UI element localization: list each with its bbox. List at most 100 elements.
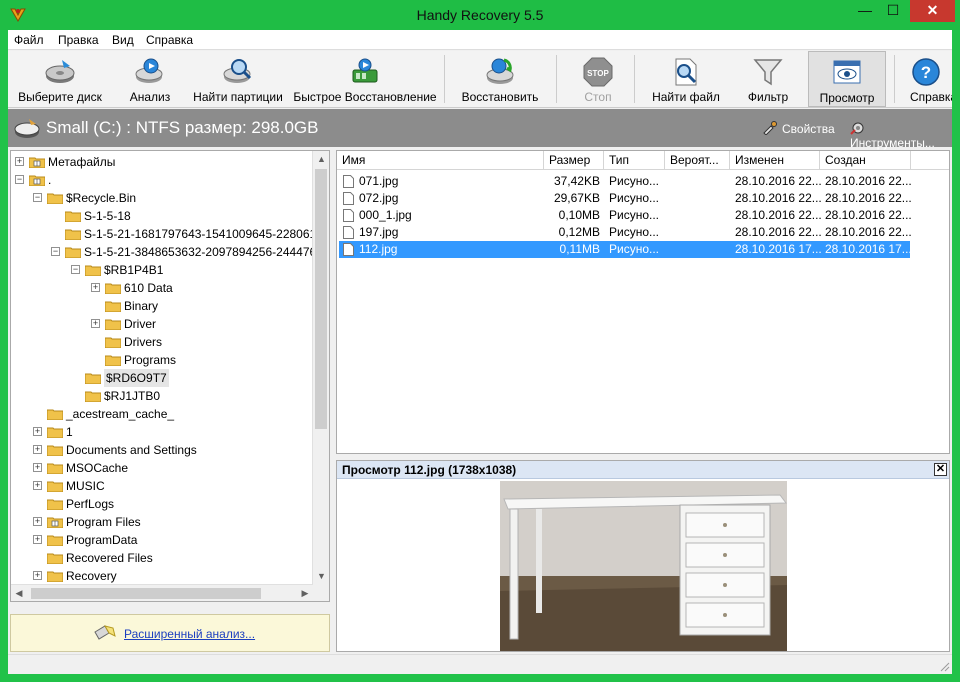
quick-restore-button[interactable]: Быстрое Восстановление <box>292 51 438 107</box>
preview-header: Просмотр 112.jpg (1738x1038) ✕ <box>337 461 949 479</box>
file-row[interactable]: 197.jpg 0,12MB Рисуно... 28.10.2016 22... 28… <box>339 224 911 241</box>
tree-node[interactable]: $RJ1JTB0 <box>11 387 311 405</box>
tree-node[interactable]: − $Recycle.Bin <box>11 189 311 207</box>
select-disk-button[interactable]: Выберите диск <box>14 51 106 107</box>
tree-scroll-thumb[interactable] <box>315 169 327 429</box>
view-button[interactable]: Просмотр <box>808 51 886 107</box>
tree-node[interactable]: Recovered Files <box>11 549 311 567</box>
column-modified[interactable]: Изменен <box>730 151 820 170</box>
filter-button[interactable]: Фильтр <box>736 51 800 107</box>
menu-view[interactable]: Вид <box>112 33 134 47</box>
find-partitions-button[interactable]: Найти партиции <box>190 51 286 107</box>
find-file-button[interactable]: Найти файл <box>646 51 726 107</box>
stop-button[interactable]: STOP Стоп <box>570 51 626 107</box>
tree-node[interactable]: + Метафайлы <box>11 153 311 171</box>
tree-node[interactable]: −. <box>11 171 311 189</box>
scroll-down-icon[interactable]: ▼ <box>313 568 329 584</box>
tree-node[interactable]: Binary <box>11 297 311 315</box>
tree-node-label: Driver <box>124 317 156 331</box>
tree-node[interactable]: + MSOCache <box>11 459 311 477</box>
tree-node[interactable]: + Recovery <box>11 567 311 585</box>
expand-icon[interactable]: + <box>15 157 24 166</box>
menu-help[interactable]: Справка <box>146 33 193 47</box>
tree-node[interactable]: + Documents and Settings <box>11 441 311 459</box>
file-list[interactable]: Имя Размер Тип Вероят... Изменен Создан … <box>336 150 950 454</box>
minimize-button[interactable]: — <box>850 0 880 22</box>
tree-node[interactable]: − $RB1P4B1 <box>11 261 311 279</box>
file-row[interactable]: 071.jpg 37,42KB Рисуно... 28.10.2016 22... 2… <box>339 173 911 190</box>
tree-horizontal-scrollbar[interactable]: ◀ ▶ <box>11 584 313 601</box>
file-row[interactable]: 072.jpg 29,67KB Рисуно... 28.10.2016 22... 2… <box>339 190 911 207</box>
expand-icon[interactable]: + <box>33 445 42 454</box>
expand-icon[interactable]: + <box>33 571 42 580</box>
expand-icon[interactable]: + <box>91 319 100 328</box>
tree-node[interactable]: $RD6O9T7 <box>11 369 311 387</box>
tree-node[interactable]: +1 <box>11 423 311 441</box>
tree-node[interactable]: + ProgramData <box>11 531 311 549</box>
expand-icon[interactable]: + <box>33 463 42 472</box>
advanced-analysis-link[interactable]: Расширенный анализ... <box>124 627 255 641</box>
file-icon <box>343 192 354 205</box>
collapse-icon[interactable]: − <box>15 175 24 184</box>
folder-tree[interactable]: + Метафайлы −. − $Recycle.Bin S-1-5-18 S-1-5-2… <box>10 150 330 602</box>
properties-button[interactable]: Свойства <box>762 121 835 136</box>
find-file-icon <box>675 58 697 86</box>
tree-node[interactable]: − S-1-5-21-3848653632-2097894256-2444761 <box>11 243 323 261</box>
expand-icon[interactable]: + <box>91 283 100 292</box>
tree-node[interactable]: + MUSIC <box>11 477 311 495</box>
column-name[interactable]: Имя <box>337 151 544 170</box>
scroll-left-icon[interactable]: ◀ <box>11 585 27 601</box>
column-created[interactable]: Создан <box>820 151 911 170</box>
file-row[interactable]: 000_1.jpg 0,10MB Рисуно... 28.10.2016 22...… <box>339 207 911 224</box>
preview-title: Просмотр 112.jpg (1738x1038) <box>342 463 517 477</box>
expand-icon[interactable]: + <box>33 427 42 436</box>
expand-icon[interactable]: + <box>33 535 42 544</box>
tree-node[interactable]: _acestream_cache_ <box>11 405 311 423</box>
resize-grip-icon[interactable] <box>938 660 950 672</box>
column-probability[interactable]: Вероят... <box>665 151 730 170</box>
analyze-button[interactable]: Анализ <box>120 51 180 107</box>
collapse-icon[interactable]: − <box>51 247 60 256</box>
tree-node-label: Program Files <box>66 515 141 529</box>
maximize-button[interactable]: ☐ <box>878 0 908 22</box>
folder-icon <box>85 373 101 384</box>
preview-close-button[interactable]: ✕ <box>934 463 947 476</box>
file-cell-type: Рисуно... <box>609 225 660 239</box>
tree-node[interactable]: Programs <box>11 351 311 369</box>
file-cell-modified: 28.10.2016 22... <box>735 191 821 205</box>
restore-button[interactable]: Восстановить <box>456 51 544 107</box>
close-button[interactable]: ✕ <box>910 0 955 22</box>
tree-node[interactable]: +610 Data <box>11 279 311 297</box>
tree-vertical-scrollbar[interactable]: ▲ ▼ <box>312 151 329 601</box>
menu-file[interactable]: Файл <box>14 33 44 47</box>
column-size[interactable]: Размер <box>544 151 604 170</box>
tools-button[interactable]: Инструменты... <box>850 121 952 150</box>
tools-icon <box>850 122 864 135</box>
scroll-up-icon[interactable]: ▲ <box>313 151 329 167</box>
collapse-icon[interactable]: − <box>71 265 80 274</box>
toolbar-separator <box>444 55 445 103</box>
tree-node[interactable]: PerfLogs <box>11 495 311 513</box>
tree-hscroll-thumb[interactable] <box>31 588 261 599</box>
file-cell-name: 072.jpg <box>359 191 399 205</box>
file-cell-modified: 28.10.2016 22... <box>735 225 821 239</box>
tree-node[interactable]: Drivers <box>11 333 311 351</box>
column-type[interactable]: Тип <box>604 151 665 170</box>
menu-edit[interactable]: Правка <box>58 33 99 47</box>
folder-icon <box>47 553 63 564</box>
tree-node-label: Binary <box>124 299 159 313</box>
tree-node[interactable]: S-1-5-21-1681797643-1541009645-2280611 <box>11 225 322 243</box>
file-row[interactable]: 112.jpg 0,11MB Рисуно... 28.10.2016 17... 28… <box>339 241 911 258</box>
file-cell-name: 000_1.jpg <box>359 208 412 222</box>
help-button[interactable]: ? Справка <box>900 51 952 107</box>
analyze-icon <box>135 58 163 83</box>
file-cell-name: 197.jpg <box>359 225 399 239</box>
tree-node[interactable]: S-1-5-18 <box>11 207 311 225</box>
tree-node[interactable]: + Program Files <box>11 513 311 531</box>
tree-node[interactable]: + Driver <box>11 315 311 333</box>
expand-icon[interactable]: + <box>33 481 42 490</box>
folder-icon <box>47 463 63 474</box>
scroll-right-icon[interactable]: ▶ <box>297 585 313 601</box>
expand-icon[interactable]: + <box>33 517 42 526</box>
collapse-icon[interactable]: − <box>33 193 42 202</box>
